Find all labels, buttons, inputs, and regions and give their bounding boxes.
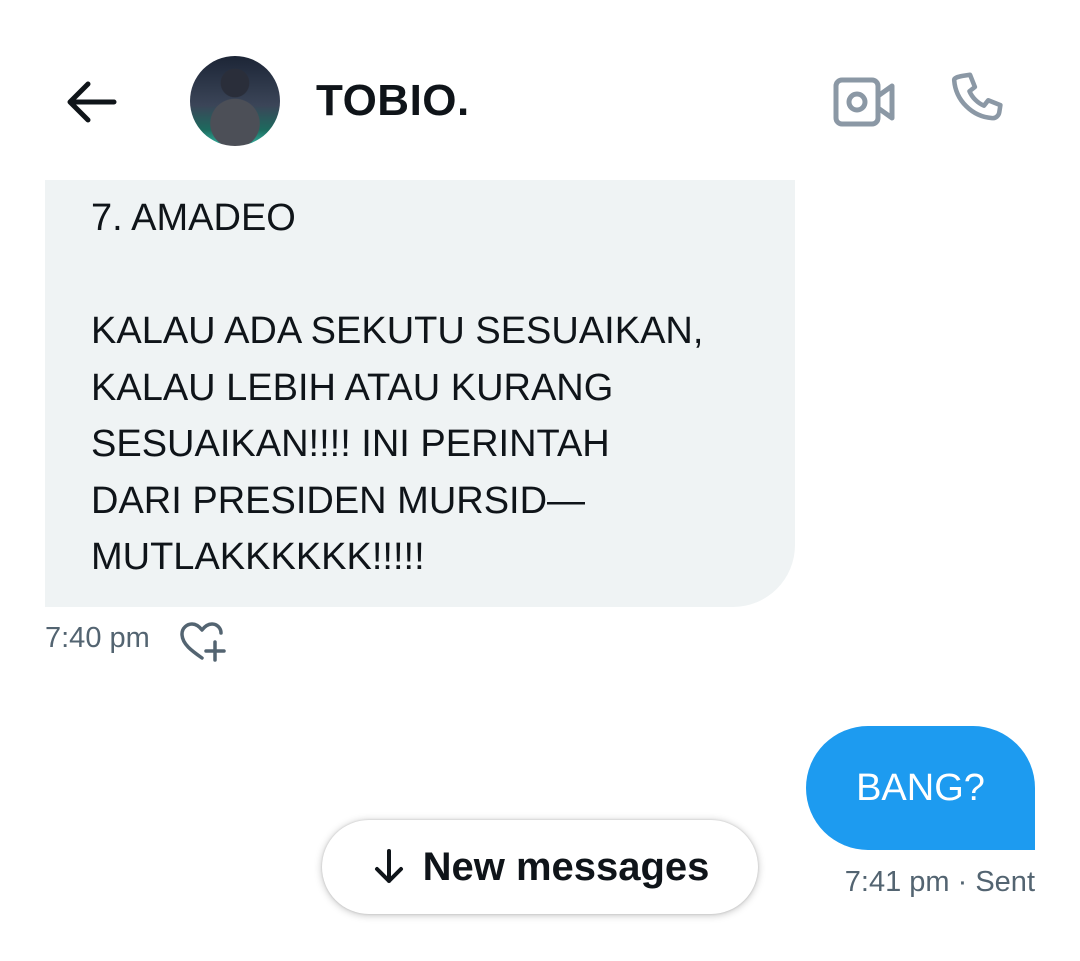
message-line: SESUAIKAN!!!! INI PERINTAH [91,423,610,465]
message-line: 7. AMADEO [91,197,296,239]
back-button[interactable] [58,72,124,132]
outgoing-message-status: 7:41 pm · Sent [844,866,1035,898]
message-line: KALAU ADA SEKUTU SESUAIKAN, [91,310,704,352]
arrow-left-icon [67,81,117,123]
new-messages-button[interactable]: New messages [322,820,758,914]
message-line: MUTLAKKKKKK!!!!! [91,536,425,578]
video-call-button[interactable] [830,72,898,132]
incoming-message-time: 7:40 pm [45,622,150,654]
incoming-message-bubble[interactable]: 7. AMADEO KALAU ADA SEKUTU SESUAIKAN, KA… [45,180,795,607]
conversation-title[interactable]: TOBIO. [316,76,470,126]
phone-icon [951,72,1003,121]
avatar[interactable] [190,56,280,146]
arrow-down-icon [374,849,403,883]
conversation-header: TOBIO. [0,0,1080,180]
outgoing-message-bubble[interactable]: BANG? [806,726,1035,850]
video-call-icon [833,77,895,127]
heart-plus-icon [180,622,226,662]
message-line: DARI PRESIDEN MURSID— [91,479,586,522]
react-button[interactable] [178,620,228,664]
new-messages-label: New messages [422,844,710,889]
message-line: KALAU LEBIH ATAU KURANG [91,366,614,409]
voice-call-button[interactable] [944,66,1012,134]
